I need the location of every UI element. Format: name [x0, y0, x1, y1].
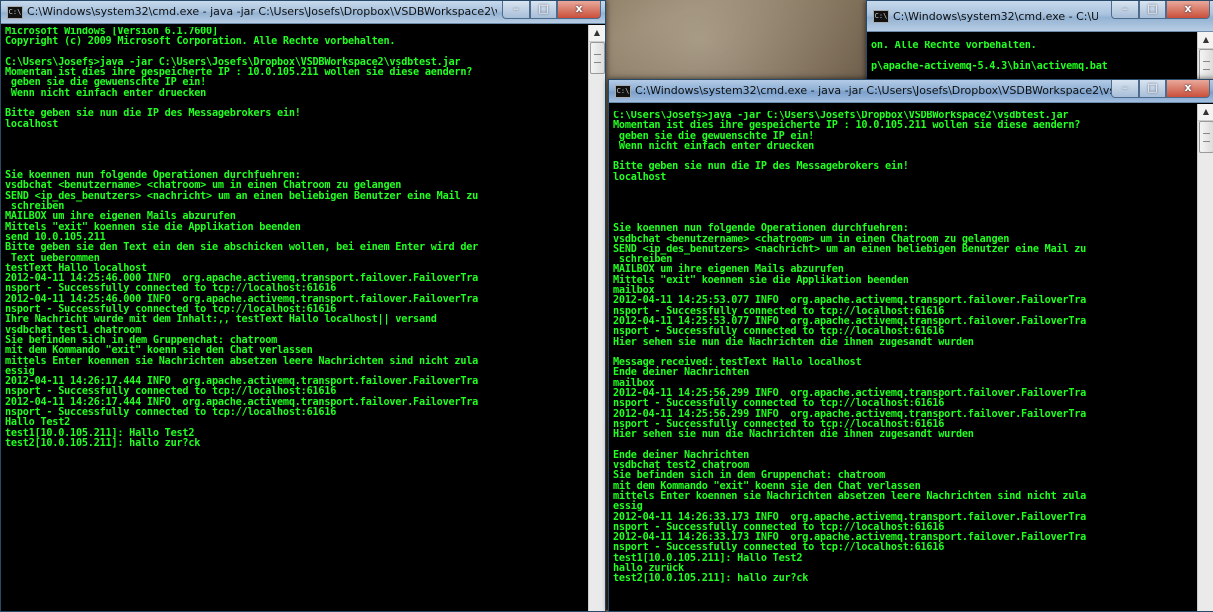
- console-line: Wenn nicht einfach enter druecken: [613, 140, 815, 152]
- console-line: test1[10.0.105.211]: Hallo Test2: [613, 552, 803, 564]
- console-line: nsport - Successfully connected to tcp:/…: [613, 326, 945, 338]
- console-line: mittels Enter koennen sie Nachrichten ab…: [613, 490, 1087, 502]
- cmd-icon: C:\: [7, 6, 23, 19]
- cmd-icon: C:\: [615, 85, 631, 98]
- scroll-thumb[interactable]: [1199, 121, 1213, 153]
- minimize-icon: –: [1122, 2, 1128, 15]
- console-line: Bitte geben sie nun die IP des Messagebr…: [5, 108, 301, 120]
- console-line: Mittels "exit" koennen sie die Applikati…: [613, 274, 909, 286]
- console-line: Ende deiner Nachrichten: [613, 367, 750, 379]
- close-button[interactable]: x: [1166, 80, 1210, 98]
- console-line: on. Alle Rechte vorbehalten.: [871, 41, 1037, 51]
- console-line: nsport - Successfully connected to tcp:/…: [5, 406, 337, 418]
- console-line: test2[10.0.105.211]: hallo zur?ck: [5, 437, 201, 449]
- scroll-thumb[interactable]: [1199, 49, 1213, 81]
- title-bar[interactable]: C:\ C:\Windows\system32\cmd.exe - C:\Use…: [867, 1, 1213, 32]
- console-output: C:\Users\Josefs>java -jar C:\Users\Josef…: [613, 111, 1194, 611]
- vertical-scrollbar[interactable]: ▲: [588, 25, 605, 611]
- minimize-button[interactable]: –: [1111, 80, 1139, 98]
- console-line: Hier sehen sie nun die Nachrichten die i…: [613, 336, 974, 348]
- console-line: test2[10.0.105.211]: hallo zur?ck: [613, 573, 809, 585]
- console-line: mit dem Kommando "exit" koenn sie den Ch…: [5, 345, 313, 357]
- console-output: Microsoft Windows [Version 6.1.7600] Copy…: [5, 27, 585, 611]
- console-line: Bitte geben sie den Text ein den sie abs…: [5, 242, 479, 254]
- console-line: SEND <ip_des_benutzers> <nachricht> um a…: [613, 243, 1087, 255]
- cmd-icon: C:\: [873, 10, 889, 23]
- console-window-left[interactable]: C:\ C:\Windows\system32\cmd.exe - java -…: [0, 0, 606, 612]
- console-line: Bitte geben sie nun die IP des Messagebr…: [613, 161, 909, 173]
- close-button[interactable]: x: [557, 1, 601, 19]
- console-line: Wenn nicht einfach enter druecken: [5, 87, 207, 99]
- title-bar[interactable]: C:\ C:\Windows\system32\cmd.exe - java -…: [609, 80, 1213, 103]
- window-title: C:\Windows\system32\cmd.exe - C:\User...: [893, 10, 1098, 23]
- maximize-icon: □: [538, 2, 549, 15]
- minimize-icon: –: [513, 2, 519, 15]
- scroll-thumb[interactable]: [590, 42, 605, 74]
- maximize-button[interactable]: □: [530, 1, 557, 19]
- close-button[interactable]: x: [1166, 1, 1210, 19]
- maximize-button[interactable]: □: [1139, 80, 1166, 98]
- vertical-scrollbar[interactable]: ▲: [1197, 104, 1213, 611]
- maximize-icon: □: [1147, 2, 1158, 15]
- console-line: SEND <ip_des_benutzers> <nachricht> um a…: [5, 190, 479, 202]
- console-window-right[interactable]: C:\ C:\Windows\system32\cmd.exe - java -…: [608, 79, 1213, 612]
- close-icon: x: [575, 2, 583, 15]
- close-icon: x: [1184, 2, 1192, 15]
- maximize-button[interactable]: □: [1139, 1, 1166, 19]
- scroll-up-arrow-icon[interactable]: ▲: [1198, 104, 1213, 121]
- minimize-button[interactable]: –: [1111, 1, 1139, 19]
- minimize-icon: –: [1122, 81, 1128, 94]
- window-title: C:\Windows\system32\cmd.exe - java -jar …: [27, 5, 497, 18]
- window-title: C:\Windows\system32\cmd.exe - java -jar …: [635, 84, 1120, 97]
- console-line: p\apache-activemq-5.4.3\bin\activemq.bat: [871, 60, 1108, 72]
- console-line: Hier sehen sie nun die Nachrichten die i…: [613, 429, 974, 441]
- scroll-up-arrow-icon[interactable]: ▲: [589, 25, 605, 42]
- title-bar[interactable]: C:\ C:\Windows\system32\cmd.exe - java -…: [1, 1, 605, 24]
- console-line: localhost: [5, 118, 59, 130]
- close-icon: x: [1184, 81, 1192, 94]
- maximize-icon: □: [1147, 81, 1158, 94]
- scroll-up-arrow-icon[interactable]: ▲: [1198, 32, 1213, 49]
- console-line: Copyright (c) 2009 Microsoft Corporation…: [5, 36, 396, 48]
- console-line: mittels Enter koennen sie Nachrichten ab…: [5, 355, 479, 367]
- minimize-button[interactable]: –: [502, 1, 530, 19]
- console-line: localhost: [613, 171, 667, 183]
